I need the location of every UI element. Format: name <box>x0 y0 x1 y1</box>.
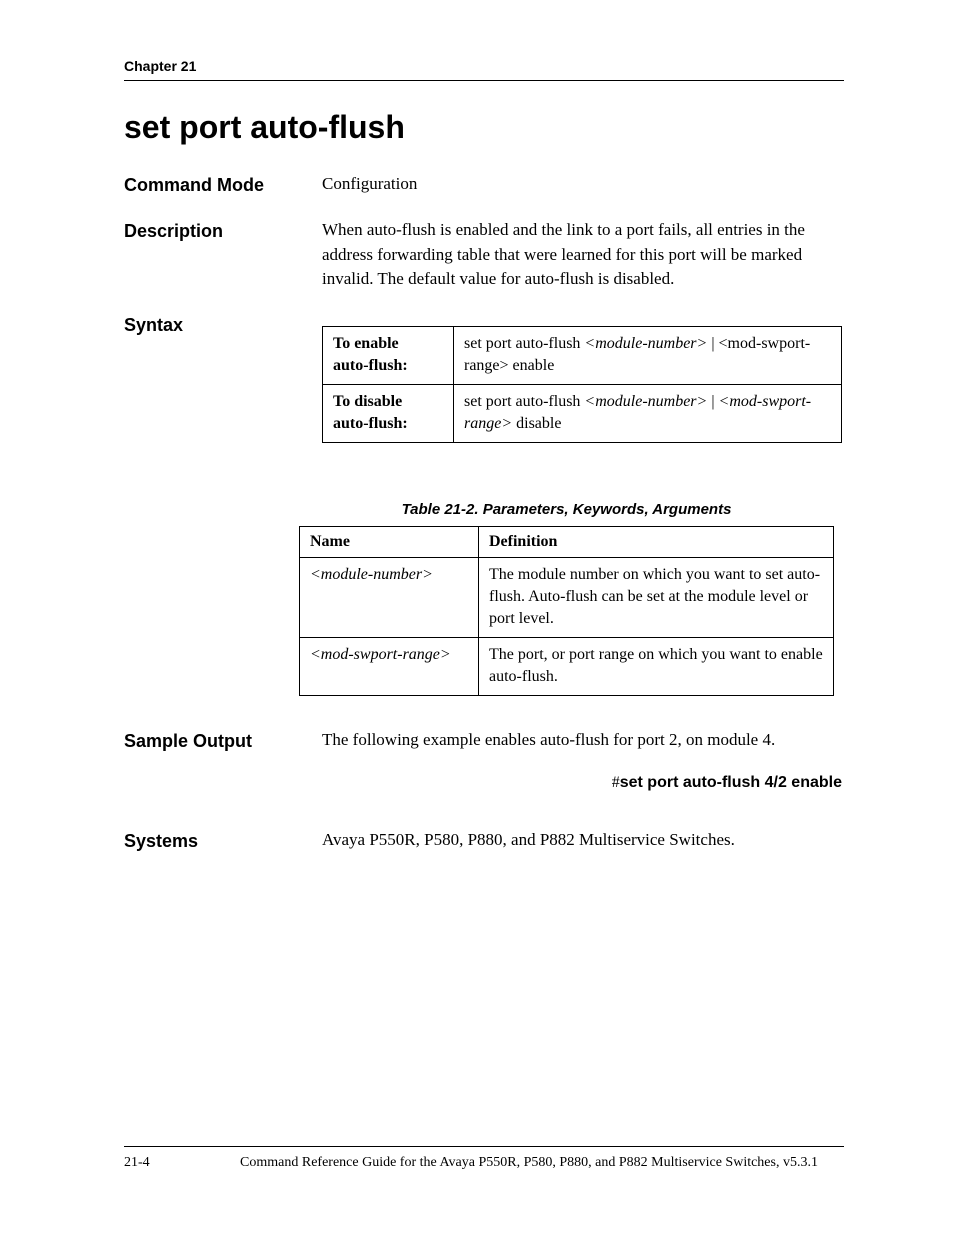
label-sample-output: Sample Output <box>124 728 322 754</box>
label-systems: Systems <box>124 828 322 854</box>
param-row-1: <mod-swport-range> The port, or port ran… <box>300 638 834 696</box>
text-description: When auto-flush is enabled and the link … <box>322 218 844 292</box>
label-command-mode: Command Mode <box>124 172 322 198</box>
param-def-0: The module number on which you want to s… <box>479 558 834 638</box>
footer-line: 21-4 Command Reference Guide for the Ava… <box>124 1155 844 1171</box>
text-systems: Avaya P550R, P580, P880, and P882 Multis… <box>322 828 844 853</box>
footer-text: Command Reference Guide for the Avaya P5… <box>214 1155 844 1171</box>
footer-page-number: 21-4 <box>124 1155 214 1171</box>
param-def-1: The port, or port range on which you wan… <box>479 638 834 696</box>
running-head: Chapter 21 <box>124 58 844 80</box>
syntax-left-disable: To disable auto-flush: <box>323 385 454 443</box>
label-syntax: Syntax <box>124 312 322 338</box>
param-table-caption: Table 21-2. Parameters, Keywords, Argume… <box>299 501 834 518</box>
sample-command: #set port auto-flush 4/2 enable <box>322 771 844 794</box>
footer: 21-4 Command Reference Guide for the Ava… <box>124 1146 844 1171</box>
param-header-name: Name <box>300 527 479 558</box>
row-syntax: Syntax To enable auto-flush: set port au… <box>124 312 844 443</box>
param-name-1: <mod-swport-range> <box>300 638 479 696</box>
syntax-table: To enable auto-flush: set port auto-flus… <box>322 326 842 443</box>
param-row-0: <module-number> The module number on whi… <box>300 558 834 638</box>
label-description: Description <box>124 218 322 244</box>
page: Chapter 21 set port auto-flush Command M… <box>0 0 954 1235</box>
row-command-mode: Command Mode Configuration <box>124 172 844 198</box>
param-header-def: Definition <box>479 527 834 558</box>
row-systems: Systems Avaya P550R, P580, P880, and P88… <box>124 828 844 854</box>
header-rule <box>124 80 844 81</box>
param-name-0: <module-number> <box>300 558 479 638</box>
footer-rule <box>124 1146 844 1147</box>
text-command-mode: Configuration <box>322 172 844 197</box>
sample-hash: # <box>612 774 620 791</box>
sample-cmd-text: set port auto-flush 4/2 enable <box>620 774 842 791</box>
syntax-left-enable: To enable auto-flush: <box>323 327 454 385</box>
syntax-content: To enable auto-flush: set port auto-flus… <box>322 312 844 443</box>
syntax-right-enable: set port auto-flush <module-number> | <m… <box>454 327 842 385</box>
param-table: Name Definition <module-number> The modu… <box>299 526 834 696</box>
syntax-right-disable: set port auto-flush <module-number> | <m… <box>454 385 842 443</box>
syntax-row-disable: To disable auto-flush: set port auto-flu… <box>323 385 842 443</box>
page-title: set port auto-flush <box>124 109 844 146</box>
row-sample-output: Sample Output The following example enab… <box>124 728 844 794</box>
text-sample-output: The following example enables auto-flush… <box>322 728 844 794</box>
param-header-row: Name Definition <box>300 527 834 558</box>
syntax-row-enable: To enable auto-flush: set port auto-flus… <box>323 327 842 385</box>
row-description: Description When auto-flush is enabled a… <box>124 218 844 292</box>
